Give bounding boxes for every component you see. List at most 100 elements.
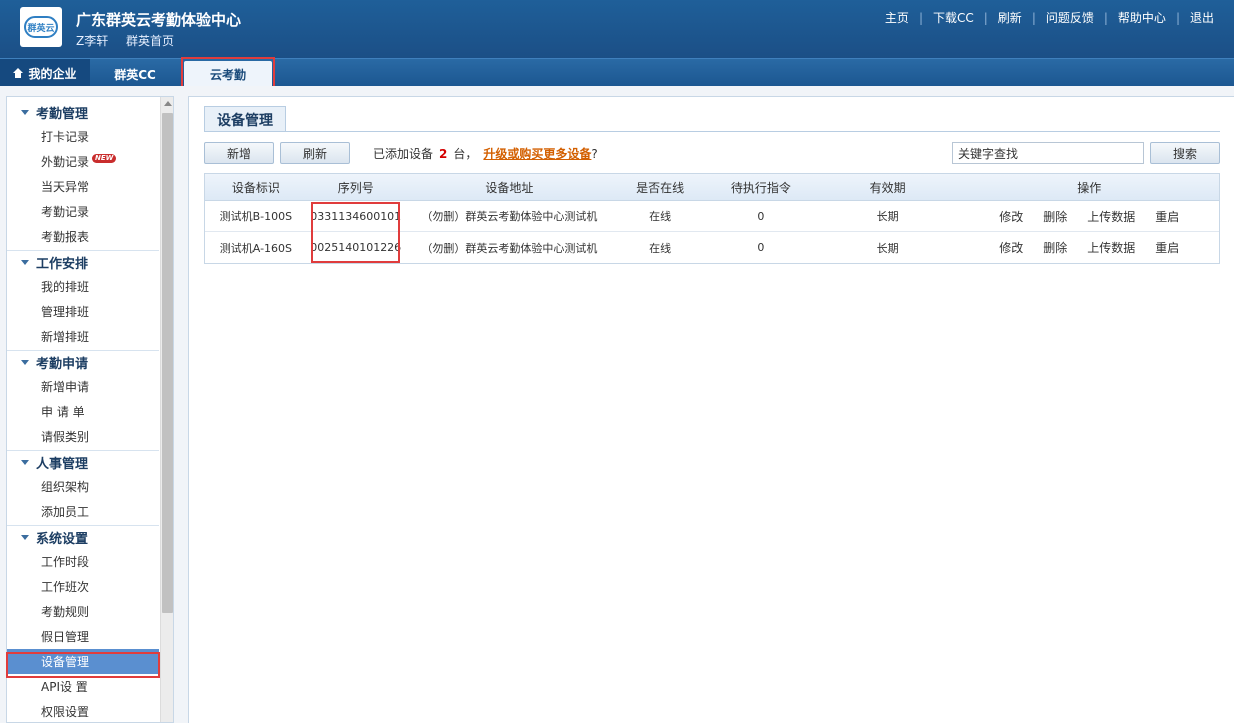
top-link-logout[interactable]: 退出 bbox=[1180, 9, 1224, 26]
device-id-cell: 测试机B-100S bbox=[219, 210, 293, 223]
home-icon bbox=[13, 68, 24, 78]
sidebar-item-new-schedule[interactable]: 新增排班 bbox=[7, 324, 159, 349]
col-actions: 操作 bbox=[1077, 180, 1102, 195]
count-prefix: 已添加设备 bbox=[373, 147, 434, 161]
new-badge: NEW bbox=[92, 154, 117, 163]
scroll-up-arrow-icon[interactable] bbox=[164, 101, 172, 106]
nav-bar: 我的企业 群英CC 云考勤 bbox=[0, 58, 1234, 87]
sidebar-item-permission-settings[interactable]: 权限设置 bbox=[7, 699, 159, 722]
app-header: 群英云 广东群英云考勤体验中心 Z李轩 群英首页 主页 | 下载CC | 刷新 … bbox=[0, 0, 1234, 58]
logo-mark: 群英云 bbox=[24, 16, 58, 38]
sidebar-item-new-application[interactable]: 新增申请 bbox=[7, 374, 159, 399]
panel-divider bbox=[204, 131, 1220, 132]
sidebar-group-hr[interactable]: 人事管理 bbox=[7, 450, 159, 474]
top-link-home[interactable]: 主页 bbox=[875, 9, 919, 26]
top-link-feedback[interactable]: 问题反馈 bbox=[1036, 9, 1104, 26]
sidebar-item-holiday-management[interactable]: 假日管理 bbox=[7, 624, 159, 649]
sidebar-item-label: 外勤记录 bbox=[41, 155, 90, 169]
col-serial: 序列号 bbox=[337, 180, 374, 195]
col-device-id: 设备标识 bbox=[231, 180, 280, 195]
col-pending: 待执行指令 bbox=[730, 180, 791, 195]
sidebar-item-work-shifts[interactable]: 工作班次 bbox=[7, 574, 159, 599]
edit-link[interactable]: 修改 bbox=[999, 239, 1023, 256]
collapse-triangle-icon bbox=[21, 360, 29, 365]
sidebar-item-add-employee[interactable]: 添加员工 bbox=[7, 499, 159, 524]
sidebar-item-leave-types[interactable]: 请假类别 bbox=[7, 424, 159, 449]
sidebar-item-device-management[interactable]: 设备管理 bbox=[7, 649, 159, 674]
keyword-search-input[interactable] bbox=[952, 142, 1144, 164]
serial-cell: 0331134600101 bbox=[310, 209, 402, 223]
address-cell: （勿删）群英云考勤体验中心测试机 bbox=[421, 210, 598, 223]
actions-cell: 修改 删除 上传数据 重启 bbox=[960, 239, 1219, 256]
count-suffix: 台， bbox=[453, 147, 478, 161]
group-title: 考勤管理 bbox=[36, 106, 89, 122]
home-link[interactable]: 群英首页 bbox=[126, 32, 174, 49]
sidebar-item-my-schedule[interactable]: 我的排班 bbox=[7, 274, 159, 299]
sidebar-item-attendance-records[interactable]: 考勤记录 bbox=[7, 199, 159, 224]
add-device-button[interactable]: 新增 bbox=[204, 142, 274, 164]
collapse-triangle-icon bbox=[21, 260, 29, 265]
restart-link[interactable]: 重启 bbox=[1155, 239, 1179, 256]
upload-data-link[interactable]: 上传数据 bbox=[1087, 239, 1135, 256]
upload-data-link[interactable]: 上传数据 bbox=[1087, 208, 1135, 225]
sidebar-item-attendance-report[interactable]: 考勤报表 bbox=[7, 224, 159, 249]
top-link-refresh[interactable]: 刷新 bbox=[988, 9, 1032, 26]
collapse-triangle-icon bbox=[21, 535, 29, 540]
sidebar-item-application-list[interactable]: 申 请 单 bbox=[7, 399, 159, 424]
top-links: 主页 | 下载CC | 刷新 | 问题反馈 | 帮助中心 | 退出 bbox=[875, 9, 1224, 26]
upgrade-link[interactable]: 升级或购买更多设备 bbox=[483, 145, 591, 162]
top-link-download-cc[interactable]: 下载CC bbox=[923, 9, 984, 26]
scroll-thumb[interactable] bbox=[162, 113, 173, 613]
col-address: 设备地址 bbox=[485, 180, 534, 195]
search-button[interactable]: 搜索 bbox=[1150, 142, 1220, 164]
app-title: 广东群英云考勤体验中心 bbox=[76, 11, 242, 29]
sidebar-group-applications[interactable]: 考勤申请 bbox=[7, 350, 159, 374]
main-panel: 设备管理 新增 刷新 已添加设备 2 台， 升级或购买更多设备 ? 搜索 设备标… bbox=[188, 96, 1234, 723]
panel-title-tab: 设备管理 bbox=[204, 106, 286, 132]
sidebar-group-schedule[interactable]: 工作安排 bbox=[7, 250, 159, 274]
pending-cell: 0 bbox=[757, 209, 765, 223]
col-validity: 有效期 bbox=[869, 180, 906, 195]
sidebar-scrollbar[interactable] bbox=[160, 97, 173, 722]
group-title: 人事管理 bbox=[36, 457, 89, 472]
sidebar-item-today-exceptions[interactable]: 当天异常 bbox=[7, 174, 159, 199]
collapse-triangle-icon bbox=[21, 460, 29, 465]
tab-label: 我的企业 bbox=[28, 66, 77, 81]
sidebar-item-org-structure[interactable]: 组织架构 bbox=[7, 474, 159, 499]
upgrade-suffix: ? bbox=[591, 146, 598, 161]
edit-link[interactable]: 修改 bbox=[999, 208, 1023, 225]
sidebar-item-attendance-rules[interactable]: 考勤规则 bbox=[7, 599, 159, 624]
pending-cell: 0 bbox=[757, 241, 765, 254]
table-row: 测试机B-100S 0331134600101 （勿删）群英云考勤体验中心测试机… bbox=[205, 201, 1219, 232]
tab-qunying-cc[interactable]: 群英CC bbox=[92, 61, 178, 87]
sidebar-group-system-settings[interactable]: 系统设置 bbox=[7, 525, 159, 549]
device-count-info: 已添加设备 2 台， 升级或购买更多设备 ? bbox=[373, 145, 598, 162]
tab-my-enterprise[interactable]: 我的企业 bbox=[0, 59, 90, 87]
sidebar-item-field-records[interactable]: 外勤记录 NEW bbox=[7, 149, 159, 174]
restart-link[interactable]: 重启 bbox=[1155, 208, 1179, 225]
group-title: 工作安排 bbox=[36, 257, 89, 272]
sidebar-menu: 考勤管理 打卡记录 外勤记录 NEW 当天异常 考勤记录 考勤报表 工作安排 我的… bbox=[7, 97, 159, 722]
app-logo[interactable]: 群英云 bbox=[20, 7, 62, 47]
sidebar-group-attendance[interactable]: 考勤管理 bbox=[7, 100, 159, 124]
online-cell: 在线 bbox=[649, 241, 672, 255]
online-cell: 在线 bbox=[649, 210, 672, 223]
sidebar-item-api-settings[interactable]: API设 置 bbox=[7, 674, 159, 699]
group-title: 考勤申请 bbox=[36, 357, 89, 372]
sidebar-item-punch-records[interactable]: 打卡记录 bbox=[7, 124, 159, 149]
refresh-button[interactable]: 刷新 bbox=[280, 142, 350, 164]
serial-cell: 0025140101226 bbox=[310, 241, 402, 254]
sidebar-item-work-periods[interactable]: 工作时段 bbox=[7, 549, 159, 574]
delete-link[interactable]: 删除 bbox=[1043, 239, 1067, 256]
validity-cell: 长期 bbox=[876, 241, 899, 255]
delete-link[interactable]: 删除 bbox=[1043, 208, 1067, 225]
top-link-help[interactable]: 帮助中心 bbox=[1108, 9, 1176, 26]
validity-cell: 长期 bbox=[876, 210, 899, 223]
device-count: 2 bbox=[439, 146, 448, 161]
tab-cloud-attendance[interactable]: 云考勤 bbox=[184, 61, 272, 87]
device-id-cell: 测试机A-160S bbox=[219, 241, 293, 255]
table-row: 测试机A-160S 0025140101226 （勿删）群英云考勤体验中心测试机… bbox=[205, 232, 1219, 263]
sidebar-item-manage-schedule[interactable]: 管理排班 bbox=[7, 299, 159, 324]
table-header: 设备标识 序列号 设备地址 是否在线 待执行指令 有效期 操作 bbox=[205, 174, 1219, 201]
col-online: 是否在线 bbox=[636, 180, 685, 195]
